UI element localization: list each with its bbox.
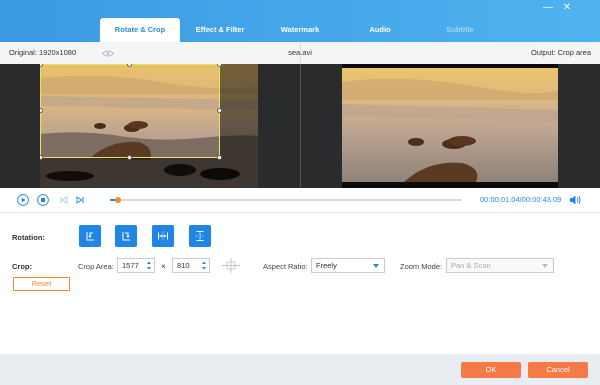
current-time: 00:00:01.04 (480, 195, 520, 204)
close-button[interactable]: ✕ (561, 2, 573, 14)
previous-frame-icon[interactable] (58, 194, 70, 206)
output-video-frame (342, 64, 558, 188)
crop-outside-right (220, 64, 258, 188)
aspect-ratio-select[interactable]: Freely (311, 258, 385, 273)
tab-bar: Rotate & Crop Effect & Filter Watermark … (100, 18, 500, 42)
info-divider (300, 42, 301, 64)
sea-output-image (342, 64, 558, 188)
flip-horizontal-icon (158, 231, 168, 241)
volume-icon[interactable] (568, 193, 582, 207)
crop-rectangle[interactable] (40, 64, 220, 158)
zoom-mode-select: Pan & Scan (446, 258, 554, 273)
stepper-arrows-icon[interactable] (201, 260, 207, 271)
stepper-arrows-icon[interactable] (146, 260, 152, 271)
tab-watermark[interactable]: Watermark (260, 18, 340, 42)
flip-vertical-button[interactable] (189, 225, 211, 247)
controls-separator (0, 212, 600, 213)
output-mode: Output: Crop area (530, 48, 591, 57)
video-editor-window: Rotate & Crop Effect & Filter Watermark … (0, 0, 600, 385)
preview-area (0, 64, 600, 188)
rotate-right-button[interactable] (115, 225, 137, 247)
multiply-sign: × (161, 262, 166, 271)
rotate-right-icon (122, 232, 130, 241)
cancel-button[interactable]: Cancel (528, 362, 588, 378)
title-bar: Rotate & Crop Effect & Filter Watermark … (0, 0, 600, 42)
timeline-track[interactable] (110, 199, 462, 201)
timeline-knob[interactable] (115, 197, 121, 203)
crop-width-value: 1577 (122, 261, 139, 270)
minimize-button[interactable]: — (542, 2, 554, 14)
crop-height-stepper[interactable]: 810 (172, 258, 210, 273)
crop-handle-mid-right[interactable] (217, 108, 222, 113)
crop-height-value: 810 (177, 261, 190, 270)
zoom-mode-value: Pan & Scan (451, 261, 491, 270)
source-video-frame[interactable] (40, 64, 258, 188)
crop-label: Crop: (12, 262, 32, 271)
center-crosshair-icon[interactable] (222, 258, 240, 273)
tab-rotate-crop[interactable]: Rotate & Crop (100, 18, 180, 42)
total-time: 00:00:43.09 (521, 195, 562, 204)
crop-width-stepper[interactable]: 1577 (117, 258, 155, 273)
aspect-ratio-label: Aspect Ratio: (263, 262, 308, 271)
play-icon[interactable] (17, 194, 29, 206)
flip-vertical-icon (195, 231, 205, 241)
crop-outside-bottom (40, 158, 220, 188)
flip-horizontal-button[interactable] (152, 225, 174, 247)
time-display: 00:00:01.04/00:00:43.09 (480, 195, 561, 204)
crop-handle-bottom-right[interactable] (217, 155, 222, 160)
rotate-left-icon (86, 232, 94, 241)
zoom-mode-label: Zoom Mode: (400, 262, 443, 271)
aspect-ratio-value: Freely (316, 261, 337, 270)
chevron-down-icon (542, 264, 548, 268)
player-controls: 00:00:01.04/00:00:43.09 (0, 188, 600, 212)
tab-effect-filter[interactable]: Effect & Filter (180, 18, 260, 42)
tab-audio[interactable]: Audio (340, 18, 420, 42)
crop-handle-bottom-mid[interactable] (127, 155, 132, 160)
dialog-footer: OK Cancel (0, 354, 600, 385)
tab-subtitle: Subtitle (446, 25, 474, 34)
ok-button[interactable]: OK (461, 362, 521, 378)
crop-area-label: Crop Area: (78, 262, 114, 271)
preview-divider (300, 64, 301, 188)
next-frame-icon[interactable] (74, 194, 86, 206)
chevron-down-icon (373, 264, 379, 268)
reset-button[interactable]: Reset (13, 277, 70, 291)
stop-icon[interactable] (37, 194, 49, 206)
rotation-label: Rotation: (12, 233, 45, 242)
rotate-left-button[interactable] (79, 225, 101, 247)
